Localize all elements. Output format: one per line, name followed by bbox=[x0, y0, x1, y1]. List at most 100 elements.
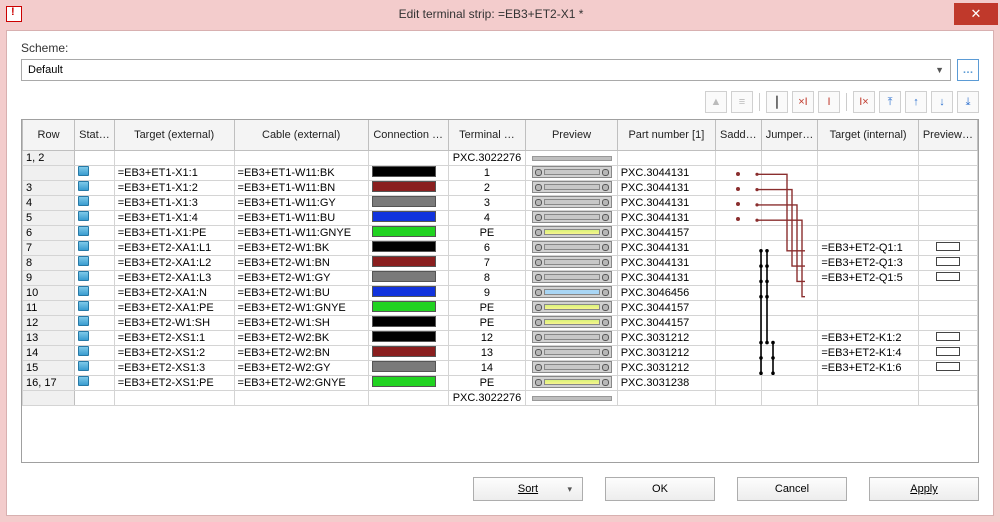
preview-cell bbox=[526, 315, 617, 330]
status-icon bbox=[78, 271, 89, 281]
table-row[interactable]: 12=EB3+ET2-W1:SH=EB3+ET2-W1:SHPEPXC.3044… bbox=[23, 315, 978, 330]
apply-button[interactable]: Apply bbox=[869, 477, 979, 501]
tool-split-icon[interactable]: ⎮ bbox=[766, 91, 788, 113]
cable-external: =EB3+ET1-W11:BK bbox=[234, 165, 368, 180]
target-external: =EB3+ET2-XA1:N bbox=[114, 285, 234, 300]
toolbar: ▲ ≡ ⎮ ×I I I× ⤒ ↑ ↓ ⤓ bbox=[21, 91, 979, 113]
table-row[interactable]: 1, 2PXC.3022276 bbox=[23, 150, 978, 165]
table-row[interactable]: 6=EB3+ET1-X1:PE=EB3+ET1-W11:GNYEPEPXC.30… bbox=[23, 225, 978, 240]
saddle-cell bbox=[715, 255, 761, 270]
jumper-cell bbox=[761, 285, 818, 300]
cancel-button[interactable]: Cancel bbox=[737, 477, 847, 501]
tool-unfreeze-icon[interactable]: ▲ bbox=[705, 91, 727, 113]
terminal-table-wrap[interactable]: RowStat…Target (external)Cable (external… bbox=[21, 119, 979, 463]
terminal-desig: 7 bbox=[448, 255, 526, 270]
tool-move-up-icon[interactable]: ↑ bbox=[905, 91, 927, 113]
column-header[interactable]: Row bbox=[23, 120, 75, 150]
column-header[interactable]: Stat… bbox=[75, 120, 115, 150]
column-header[interactable]: Jumper… bbox=[761, 120, 818, 150]
table-row[interactable]: 15=EB3+ET2-XS1:3=EB3+ET2-W2:GY14PXC.3031… bbox=[23, 360, 978, 375]
target-external: =EB3+ET1-X1:3 bbox=[114, 195, 234, 210]
cable-external: =EB3+ET2-W2:GY bbox=[234, 360, 368, 375]
table-row[interactable]: =EB3+ET1-X1:1=EB3+ET1-W11:BK1PXC.3044131 bbox=[23, 165, 978, 180]
column-header[interactable]: Sadd… bbox=[715, 120, 761, 150]
tool-merge-icon[interactable]: I bbox=[818, 91, 840, 113]
part-number: PXC.3044131 bbox=[617, 165, 715, 180]
target-internal bbox=[818, 390, 918, 405]
target-external: =EB3+ET1-X1:PE bbox=[114, 225, 234, 240]
status-cell bbox=[75, 360, 115, 375]
column-header[interactable]: Cable (external) bbox=[234, 120, 368, 150]
table-row[interactable]: 14=EB3+ET2-XS1:2=EB3+ET2-W2:BN13PXC.3031… bbox=[23, 345, 978, 360]
connection-cell bbox=[368, 255, 448, 270]
terminal-desig: 2 bbox=[448, 180, 526, 195]
target-internal bbox=[818, 315, 918, 330]
tool-line-icon[interactable]: ≡ bbox=[731, 91, 753, 113]
status-cell bbox=[75, 345, 115, 360]
preview-terminal-icon bbox=[532, 346, 612, 358]
jumper-cell bbox=[761, 240, 818, 255]
window: Edit terminal strip: =EB3+ET2-X1 * ✕ Sch… bbox=[0, 0, 1000, 522]
table-row[interactable]: 8=EB3+ET2-XA1:L2=EB3+ET2-W1:BN7PXC.30441… bbox=[23, 255, 978, 270]
table-row[interactable]: 13=EB3+ET2-XS1:1=EB3+ET2-W2:BK12PXC.3031… bbox=[23, 330, 978, 345]
terminal-desig: 12 bbox=[448, 330, 526, 345]
connection-cell bbox=[368, 285, 448, 300]
column-header[interactable]: Preview… bbox=[918, 120, 977, 150]
column-header[interactable]: Terminal … bbox=[448, 120, 526, 150]
preview-endplate-icon bbox=[532, 156, 612, 161]
status-icon bbox=[78, 196, 89, 206]
table-row[interactable]: 9=EB3+ET2-XA1:L3=EB3+ET2-W1:GY8PXC.30441… bbox=[23, 270, 978, 285]
tool-move-top-icon[interactable]: ⤒ bbox=[879, 91, 901, 113]
preview-internal-cell bbox=[918, 330, 977, 345]
connection-color-swatch bbox=[372, 316, 436, 327]
close-button[interactable]: ✕ bbox=[954, 3, 998, 25]
tool-move-down-icon[interactable]: ↓ bbox=[931, 91, 953, 113]
ok-button[interactable]: OK bbox=[605, 477, 715, 501]
target-internal bbox=[818, 150, 918, 165]
row-number: 12 bbox=[23, 315, 75, 330]
target-external: =EB3+ET1-X1:2 bbox=[114, 180, 234, 195]
connection-color-swatch bbox=[372, 361, 436, 372]
target-external: =EB3+ET1-X1:4 bbox=[114, 210, 234, 225]
column-header[interactable]: Preview bbox=[526, 120, 617, 150]
table-row[interactable]: 5=EB3+ET1-X1:4=EB3+ET1-W11:BU4PXC.304413… bbox=[23, 210, 978, 225]
status-cell bbox=[75, 240, 115, 255]
scheme-select[interactable]: Default ▼ bbox=[21, 59, 951, 81]
table-row[interactable]: 3=EB3+ET1-X1:2=EB3+ET1-W11:BN2PXC.304413… bbox=[23, 180, 978, 195]
preview-internal-cell bbox=[918, 285, 977, 300]
saddle-cell bbox=[715, 150, 761, 165]
cable-external: =EB3+ET2-W1:BU bbox=[234, 285, 368, 300]
table-row[interactable]: 4=EB3+ET1-X1:3=EB3+ET1-W11:GY3PXC.304413… bbox=[23, 195, 978, 210]
terminal-desig: PE bbox=[448, 315, 526, 330]
saddle-dot-icon bbox=[736, 172, 740, 176]
table-row[interactable]: 16, 17=EB3+ET2-XS1:PE=EB3+ET2-W2:GNYEPEP… bbox=[23, 375, 978, 390]
target-external: =EB3+ET2-XA1:L1 bbox=[114, 240, 234, 255]
jumper-cell bbox=[761, 165, 818, 180]
target-external: =EB3+ET2-XS1:3 bbox=[114, 360, 234, 375]
connection-color-swatch bbox=[372, 211, 436, 222]
table-row[interactable]: PXC.3022276 bbox=[23, 390, 978, 405]
separator bbox=[759, 93, 760, 111]
saddle-cell bbox=[715, 360, 761, 375]
jumper-cell bbox=[761, 345, 818, 360]
column-header[interactable]: Target (external) bbox=[114, 120, 234, 150]
terminal-desig: 9 bbox=[448, 285, 526, 300]
status-cell bbox=[75, 180, 115, 195]
scheme-more-button[interactable]: … bbox=[957, 59, 979, 81]
tool-delete-x-icon[interactable]: ×I bbox=[792, 91, 814, 113]
saddle-cell bbox=[715, 165, 761, 180]
jumper-cell bbox=[761, 150, 818, 165]
tool-move-bottom-icon[interactable]: ⤓ bbox=[957, 91, 979, 113]
sort-button[interactable]: Sort bbox=[473, 477, 583, 501]
table-row[interactable]: 7=EB3+ET2-XA1:L1=EB3+ET2-W1:BK6PXC.30441… bbox=[23, 240, 978, 255]
table-row[interactable]: 10=EB3+ET2-XA1:N=EB3+ET2-W1:BU9PXC.30464… bbox=[23, 285, 978, 300]
column-header[interactable]: Part number [1] bbox=[617, 120, 715, 150]
connection-color-swatch bbox=[372, 181, 436, 192]
table-row[interactable]: 11=EB3+ET2-XA1:PE=EB3+ET2-W1:GNYEPEPXC.3… bbox=[23, 300, 978, 315]
terminal-desig: PE bbox=[448, 375, 526, 390]
tool-delete-row-icon[interactable]: I× bbox=[853, 91, 875, 113]
column-header[interactable]: Target (internal) bbox=[818, 120, 918, 150]
saddle-cell bbox=[715, 375, 761, 390]
row-number: 5 bbox=[23, 210, 75, 225]
column-header[interactable]: Connection … bbox=[368, 120, 448, 150]
